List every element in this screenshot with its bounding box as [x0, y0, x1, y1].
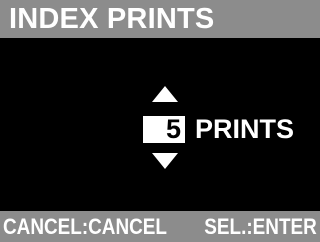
title-bar: INDEX PRINTS: [0, 0, 320, 38]
index-prints-screen: INDEX PRINTS 5 PRINTS CANCEL:CANCEL SEL.…: [0, 0, 320, 242]
decrement-arrow-icon[interactable]: [152, 153, 178, 169]
print-count-value[interactable]: 5: [143, 116, 185, 143]
screen-title: INDEX PRINTS: [9, 3, 215, 35]
select-enter-hint: SEL.:ENTER: [204, 214, 317, 239]
cancel-hint: CANCEL:CANCEL: [3, 214, 167, 239]
print-unit-label: PRINTS: [195, 114, 295, 144]
footer-bar: CANCEL:CANCEL SEL.:ENTER: [0, 211, 320, 242]
increment-arrow-icon[interactable]: [152, 86, 178, 102]
